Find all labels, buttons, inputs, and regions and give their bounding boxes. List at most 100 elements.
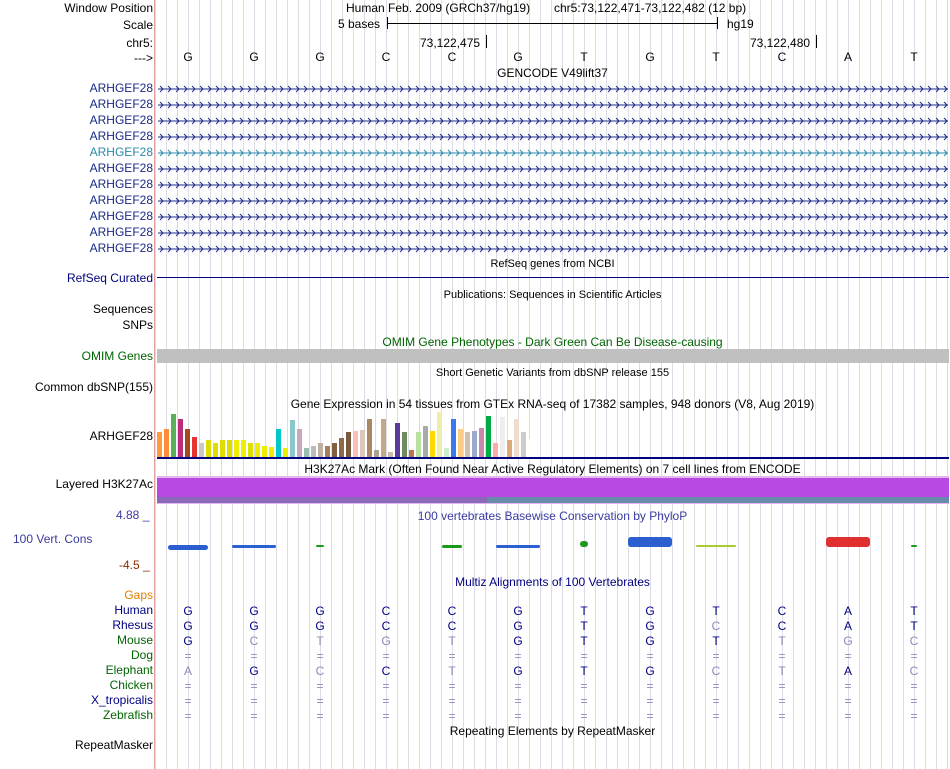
gtex-bar[interactable] — [528, 439, 533, 457]
gtex-bar[interactable] — [353, 431, 358, 457]
gtex-bar[interactable] — [416, 432, 421, 457]
multiz-species-label[interactable]: Human — [114, 603, 153, 617]
gtex-bar[interactable] — [521, 432, 526, 457]
gencode-gene-track[interactable] — [158, 227, 948, 239]
gencode-gene-label[interactable]: ARHGEF28 — [90, 81, 153, 95]
gtex-bar[interactable] — [395, 423, 400, 457]
gtex-bar[interactable] — [290, 420, 295, 457]
gtex-bar[interactable] — [213, 443, 218, 457]
gtex-bar[interactable] — [311, 446, 316, 457]
gencode-gene-track[interactable] — [158, 211, 948, 223]
gencode-gene-track[interactable] — [158, 243, 948, 255]
gtex-bar[interactable] — [507, 440, 512, 457]
gtex-bar[interactable] — [514, 419, 519, 457]
gencode-gene-label[interactable]: ARHGEF28 — [90, 97, 153, 111]
gtex-bar[interactable] — [164, 429, 169, 457]
gtex-bar[interactable] — [486, 416, 491, 457]
gencode-gene-label[interactable]: ARHGEF28 — [90, 209, 153, 223]
gtex-label[interactable]: ARHGEF28 — [90, 429, 153, 443]
multiz-row[interactable]: = = = = = = = = = = = = — [155, 709, 950, 724]
gtex-bar[interactable] — [199, 443, 204, 457]
refseq-gene-line[interactable] — [157, 277, 949, 278]
omim-gene-block[interactable] — [157, 349, 949, 363]
gencode-gene-track[interactable] — [158, 147, 948, 159]
gtex-bar[interactable] — [234, 440, 239, 457]
gtex-bar[interactable] — [269, 447, 274, 457]
gencode-gene-track[interactable] — [158, 131, 948, 143]
gtex-bar[interactable] — [493, 443, 498, 457]
refseq-label[interactable]: RefSeq Curated — [67, 271, 153, 285]
gtex-bar[interactable] — [367, 419, 372, 457]
gtex-bar[interactable] — [318, 443, 323, 457]
pubs-label-sequences[interactable]: Sequences — [93, 302, 153, 316]
multiz-species-label[interactable]: Elephant — [106, 663, 153, 677]
gencode-gene-label[interactable]: ARHGEF28 — [90, 129, 153, 143]
gtex-bar[interactable] — [430, 431, 435, 457]
gencode-gene-track[interactable] — [158, 115, 948, 127]
cons-label[interactable]: 100 Vert. Cons — [13, 532, 92, 546]
multiz-species-label[interactable]: Dog — [131, 648, 153, 662]
multiz-row[interactable]: GGGCCGTGTCAT — [155, 604, 950, 619]
gencode-gene-track[interactable] — [158, 99, 948, 111]
gencode-gene-label[interactable]: ARHGEF28 — [90, 145, 153, 159]
gtex-bar[interactable] — [255, 443, 260, 457]
gencode-gene-label[interactable]: ARHGEF28 — [90, 161, 153, 175]
gtex-bar[interactable] — [423, 426, 428, 457]
rmsk-label[interactable]: RepeatMasker — [75, 738, 153, 752]
gtex-bar[interactable] — [304, 448, 309, 457]
gtex-bar[interactable] — [479, 428, 484, 457]
gtex-bar[interactable] — [262, 446, 267, 457]
multiz-row[interactable]: AGCCTGTGCTAC — [155, 664, 950, 679]
gtex-bar[interactable] — [374, 450, 379, 457]
multiz-row[interactable]: GGGCCGTGCCAT — [155, 619, 950, 634]
pubs-label-snps[interactable]: SNPs — [122, 318, 153, 332]
multiz-row[interactable]: = = = = = = = = = = = = — [155, 649, 950, 664]
h3k27-label[interactable]: Layered H3K27Ac — [56, 477, 153, 491]
gencode-gene-track[interactable] — [158, 179, 948, 191]
gaps-label[interactable]: Gaps — [124, 588, 153, 602]
gtex-bar[interactable] — [297, 429, 302, 457]
multiz-species-label[interactable]: Zebrafish — [103, 708, 153, 722]
gtex-bar[interactable] — [178, 419, 183, 457]
gtex-bar[interactable] — [185, 429, 190, 457]
gencode-gene-label[interactable]: ARHGEF28 — [90, 241, 153, 255]
gtex-bar-chart[interactable] — [157, 412, 537, 457]
multiz-row[interactable]: GCTGTGTGTTGC — [155, 634, 950, 649]
gtex-bar[interactable] — [206, 440, 211, 457]
gtex-bar[interactable] — [283, 448, 288, 457]
omim-label[interactable]: OMIM Genes — [82, 349, 153, 363]
gtex-bar[interactable] — [346, 432, 351, 457]
multiz-species-label[interactable]: Mouse — [117, 633, 153, 647]
gtex-bar[interactable] — [409, 450, 414, 457]
gtex-bar[interactable] — [157, 432, 162, 457]
multiz-species-label[interactable]: Rhesus — [112, 618, 153, 632]
gtex-bar[interactable] — [241, 440, 246, 457]
gencode-gene-track[interactable] — [158, 163, 948, 175]
multiz-row[interactable]: = = = = = = = = = = = = — [155, 694, 950, 709]
gtex-bar[interactable] — [500, 417, 505, 457]
dbsnp-label[interactable]: Common dbSNP(155) — [35, 380, 153, 394]
gtex-bar[interactable] — [360, 430, 365, 457]
gtex-bar[interactable] — [325, 446, 330, 457]
gtex-bar[interactable] — [381, 419, 386, 457]
gencode-gene-label[interactable]: ARHGEF28 — [90, 113, 153, 127]
gtex-bar[interactable] — [227, 440, 232, 457]
gtex-bar[interactable] — [458, 429, 463, 457]
multiz-row[interactable]: = = = = = = = = = = = = — [155, 679, 950, 694]
gtex-bar[interactable] — [465, 432, 470, 457]
gtex-bar[interactable] — [402, 432, 407, 457]
gtex-bar[interactable] — [248, 443, 253, 457]
gtex-bar[interactable] — [332, 443, 337, 457]
gtex-bar[interactable] — [472, 431, 477, 457]
gencode-gene-label[interactable]: ARHGEF28 — [90, 177, 153, 191]
gtex-bar[interactable] — [437, 412, 442, 457]
gencode-gene-label[interactable]: ARHGEF28 — [90, 193, 153, 207]
gencode-gene-label[interactable]: ARHGEF28 — [90, 225, 153, 239]
gencode-gene-track[interactable] — [158, 195, 948, 207]
multiz-species-label[interactable]: Chicken — [110, 678, 153, 692]
gencode-gene-track[interactable] — [158, 83, 948, 95]
gtex-bar[interactable] — [444, 448, 449, 457]
gtex-bar[interactable] — [339, 438, 344, 457]
gtex-bar[interactable] — [451, 419, 456, 457]
gtex-bar[interactable] — [171, 414, 176, 457]
